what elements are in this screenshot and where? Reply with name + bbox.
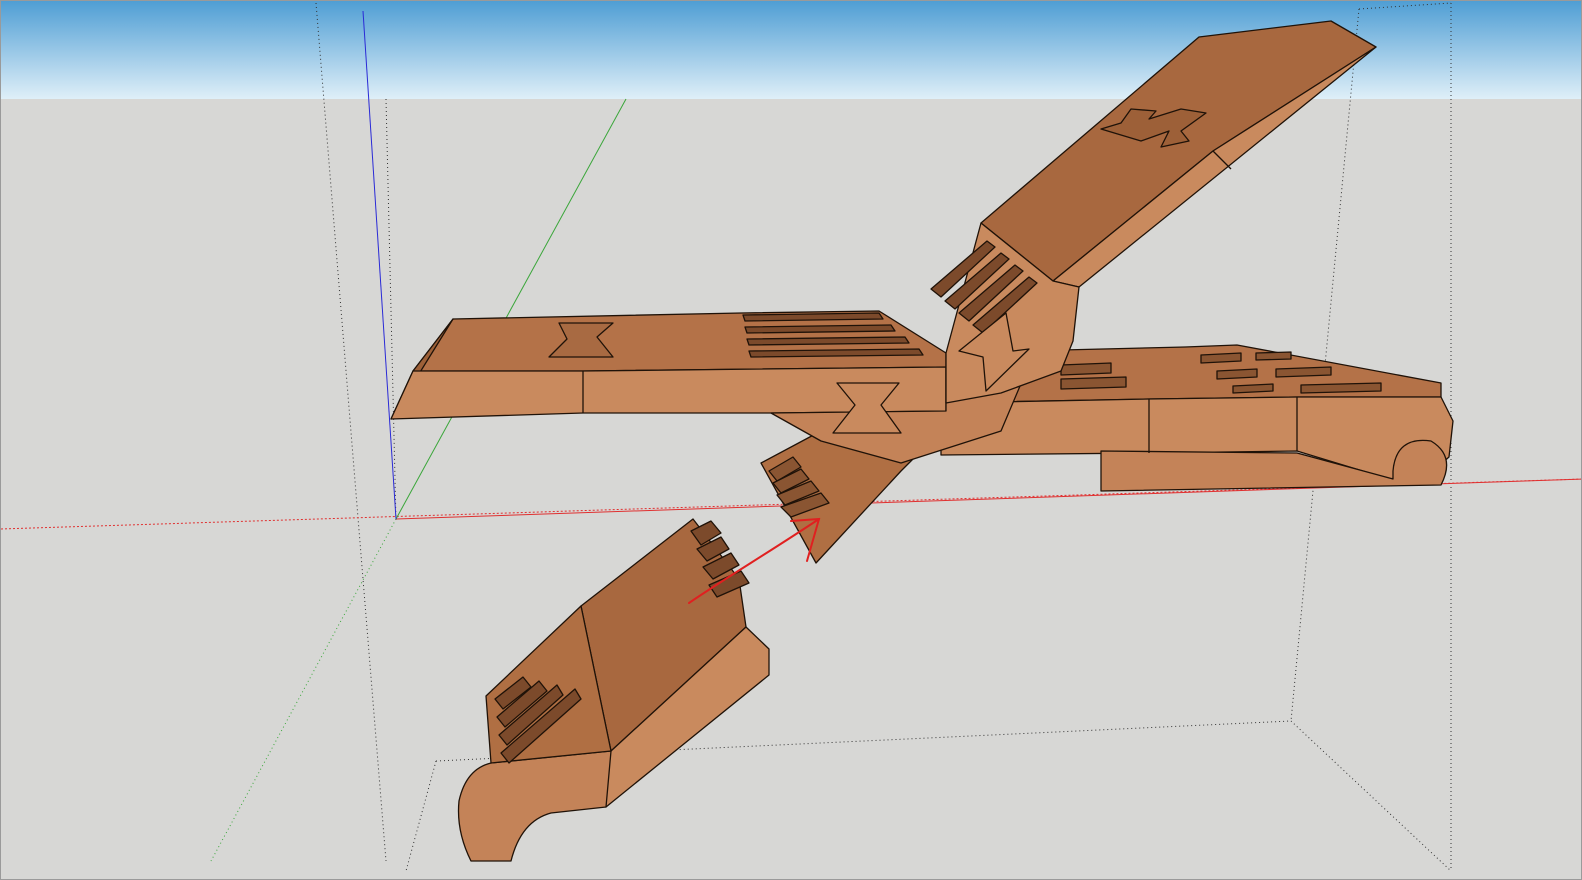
modeling-viewport[interactable] [0, 0, 1582, 880]
3d-scene[interactable] [1, 1, 1582, 880]
